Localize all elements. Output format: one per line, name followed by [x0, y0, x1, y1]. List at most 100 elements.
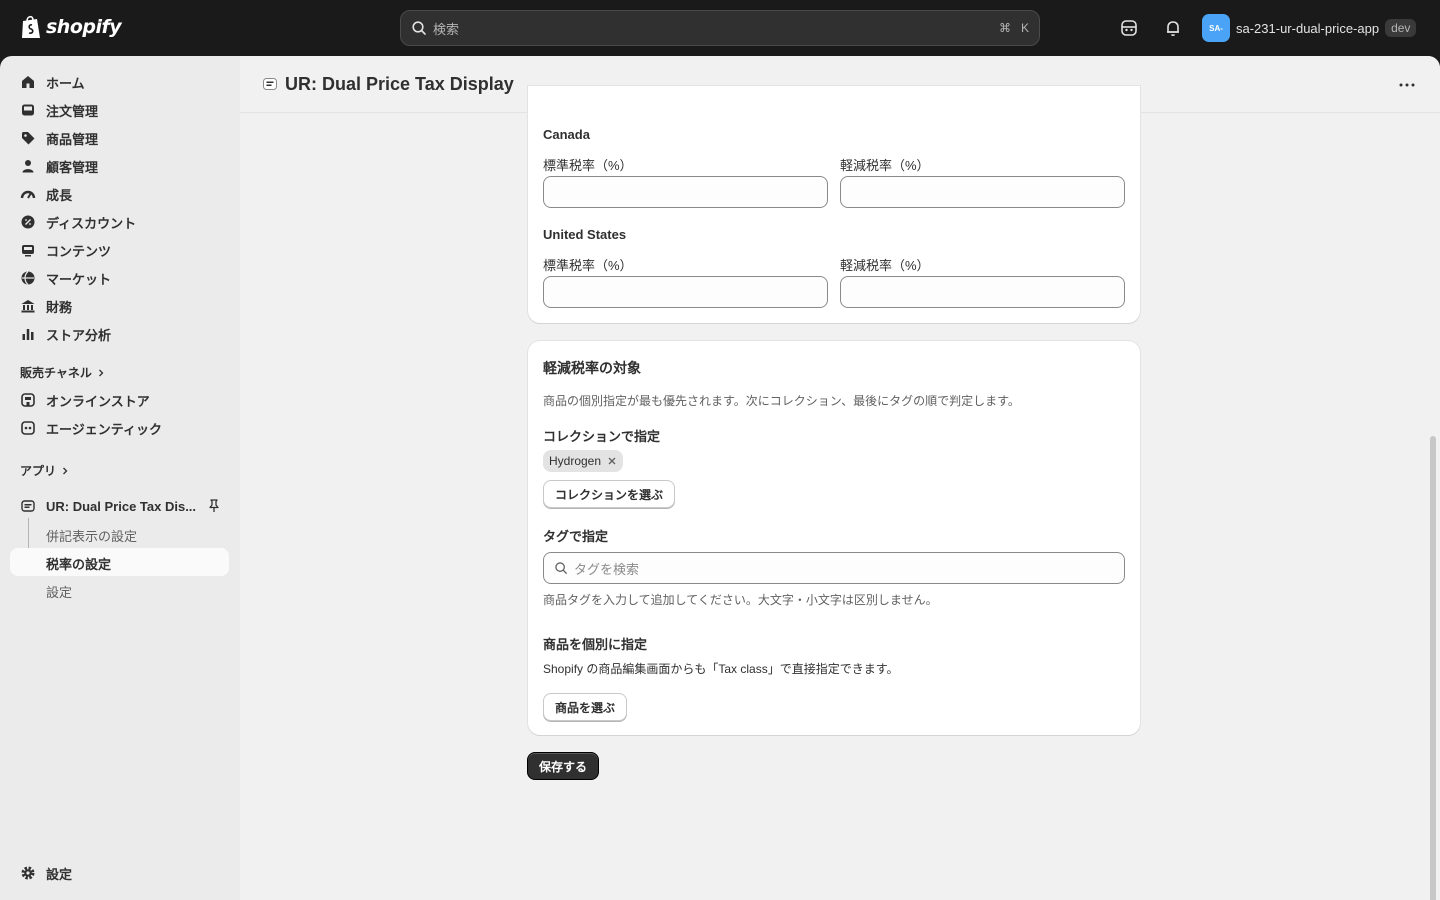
more-horizontal-icon[interactable] — [1398, 76, 1416, 94]
canada-standard-rate-input[interactable] — [543, 176, 828, 208]
sidebar: ホーム 注文管理 商品管理 顧客管理 成長 ディスカウント コンテンツ マーケッ… — [0, 56, 240, 900]
select-collection-button[interactable]: コレクションを選ぶ — [543, 480, 675, 508]
country-name-canada: Canada — [543, 127, 590, 142]
sidebar-item-label: オンラインストア — [46, 393, 150, 409]
content-icon — [22, 245, 34, 257]
sidebar-item-label: エージェンティック — [46, 421, 162, 437]
save-button[interactable]: 保存する — [527, 752, 599, 780]
search-icon — [555, 562, 567, 574]
page-title: UR: Dual Price Tax Display — [285, 73, 514, 94]
sidebar-subitem-active-bg — [10, 548, 229, 576]
sidebar-subitem-tax-rates[interactable]: 税率の設定 — [46, 554, 111, 573]
reduced-rate-label: 軽減税率（%） — [840, 258, 930, 273]
agent-icon — [21, 421, 35, 435]
sidebar-item-label: ストア分析 — [46, 327, 112, 343]
bell-icon[interactable] — [1163, 18, 1183, 38]
sidebar-item-label: 顧客管理 — [46, 159, 99, 175]
env-badge: dev — [1385, 19, 1417, 37]
sidebar-subitem-settings[interactable]: 設定 — [46, 582, 72, 601]
canada-reduced-rate-input[interactable] — [840, 176, 1125, 208]
shopify-logo[interactable]: shopify — [20, 14, 122, 40]
sidebar-item-markets[interactable]: マーケット — [10, 264, 229, 292]
card-description: 商品の個別指定が最も優先されます。次にコレクション、最後にタグの順で判定します。 — [543, 394, 1020, 408]
top-bar: shopify 検索 ⌘ K SA- sa-231-ur-dual-price-… — [0, 0, 1440, 56]
sidebar-item-customers[interactable]: 顧客管理 — [10, 152, 229, 180]
us-reduced-rate-input[interactable] — [840, 276, 1125, 308]
close-icon[interactable] — [607, 456, 617, 466]
sidebar-subitem-dual-display[interactable]: 併記表示の設定 — [46, 526, 137, 545]
sidebar-item-orders[interactable]: 注文管理 — [10, 96, 229, 124]
store-switcher[interactable]: SA- sa-231-ur-dual-price-app dev — [1202, 14, 1417, 42]
standard-rate-label: 標準税率（%） — [543, 258, 633, 273]
person-icon — [22, 160, 34, 173]
tax-rates-card: Canada 標準税率（%） 軽減税率（%） United States 標準税… — [528, 86, 1140, 323]
sidebar-item-discounts[interactable]: ディスカウント — [10, 208, 229, 236]
sidebar-item-home[interactable]: ホーム — [10, 68, 229, 96]
sidebar-item-label: マーケット — [46, 271, 112, 287]
tag-help-text: 商品タグを入力して追加してください。大文字・小文字は区別しません。 — [543, 593, 938, 607]
chevron-right-icon — [98, 369, 104, 376]
tag-heading: タグで指定 — [543, 529, 609, 544]
sidebar-item-label: 商品管理 — [46, 131, 99, 147]
chart-icon — [22, 329, 34, 340]
sidebar-item-analytics[interactable]: ストア分析 — [10, 320, 229, 348]
reduced-rate-label: 軽減税率（%） — [840, 158, 930, 173]
store-name: sa-231-ur-dual-price-app — [1236, 20, 1380, 36]
app-icon — [263, 78, 277, 90]
store-avatar: SA- — [1202, 14, 1230, 42]
tag-search-placeholder: タグを検索 — [574, 561, 640, 577]
sidebar-item-label: ホーム — [46, 75, 85, 91]
search-placeholder: 検索 — [433, 21, 460, 37]
sidebar-item-label: コンテンツ — [46, 243, 112, 259]
sidebar-item-growth[interactable]: 成長 — [10, 180, 229, 208]
gauge-icon — [20, 190, 36, 199]
inbox-icon — [22, 104, 34, 116]
store-icon — [21, 393, 35, 407]
bank-icon — [21, 300, 35, 313]
reduced-rate-targets-card: 軽減税率の対象 商品の個別指定が最も優先されます。次にコレクション、最後にタグの… — [528, 341, 1140, 735]
sidebar-item-content[interactable]: コンテンツ — [10, 236, 229, 264]
sidebar-item-agentic[interactable]: エージェンティック — [10, 414, 229, 442]
sidebar-item-online-store[interactable]: オンラインストア — [10, 386, 229, 414]
collection-chip: Hydrogen — [543, 450, 624, 472]
collection-heading: コレクションで指定 — [543, 429, 661, 444]
sidebar-item-label: 注文管理 — [46, 103, 99, 119]
chevron-right-icon — [63, 467, 68, 474]
shopify-wordmark: shopify — [46, 16, 122, 38]
collection-chip-label: Hydrogen — [549, 454, 602, 468]
apps-label: アプリ — [20, 464, 57, 478]
standard-rate-label: 標準税率（%） — [543, 158, 633, 173]
product-help-text: Shopify の商品編集画面からも「Tax class」で直接指定できます。 — [543, 662, 899, 676]
shortcut-key: K — [1020, 21, 1029, 35]
shortcut-cmd: ⌘ — [998, 21, 1011, 35]
sidebar-item-label: 成長 — [46, 187, 73, 203]
sidebar-item-label: ディスカウント — [46, 215, 137, 231]
sidebar-item-finance[interactable]: 財務 — [10, 292, 229, 320]
app-name: UR: Dual Price Tax Dis... — [46, 498, 197, 514]
scrollbar[interactable] — [1430, 436, 1436, 900]
app-icon — [21, 500, 35, 512]
sidekick-icon[interactable] — [1119, 18, 1139, 38]
pin-icon[interactable] — [206, 498, 222, 514]
global-search[interactable]: 検索 ⌘ K — [400, 10, 1040, 46]
main-content: UR: Dual Price Tax Display Canada 標準税率（%… — [240, 56, 1440, 900]
tag-search-input[interactable]: タグを検索 — [543, 552, 1125, 584]
us-standard-rate-input[interactable] — [543, 276, 828, 308]
apps-heading[interactable]: アプリ — [20, 462, 70, 479]
sales-channels-heading[interactable]: 販売チャネル — [20, 364, 106, 381]
search-icon — [412, 21, 426, 35]
globe-icon — [21, 271, 35, 285]
tag-icon — [22, 132, 35, 145]
product-heading: 商品を個別に指定 — [543, 637, 648, 652]
select-products-button[interactable]: 商品を選ぶ — [543, 693, 627, 721]
sidebar-item-label: 財務 — [46, 299, 73, 315]
shopify-bag-icon — [22, 15, 40, 38]
sidebar-item-settings[interactable]: 設定 — [10, 859, 229, 887]
sidebar-item-products[interactable]: 商品管理 — [10, 124, 229, 152]
country-name-united-states: United States — [543, 227, 627, 242]
card-title: 軽減税率の対象 — [543, 360, 641, 376]
sidebar-item-label: 設定 — [46, 866, 73, 882]
sales-channels-label: 販売チャネル — [20, 366, 92, 380]
sidebar-item-app[interactable]: UR: Dual Price Tax Dis... — [10, 492, 229, 520]
home-icon — [22, 76, 34, 88]
